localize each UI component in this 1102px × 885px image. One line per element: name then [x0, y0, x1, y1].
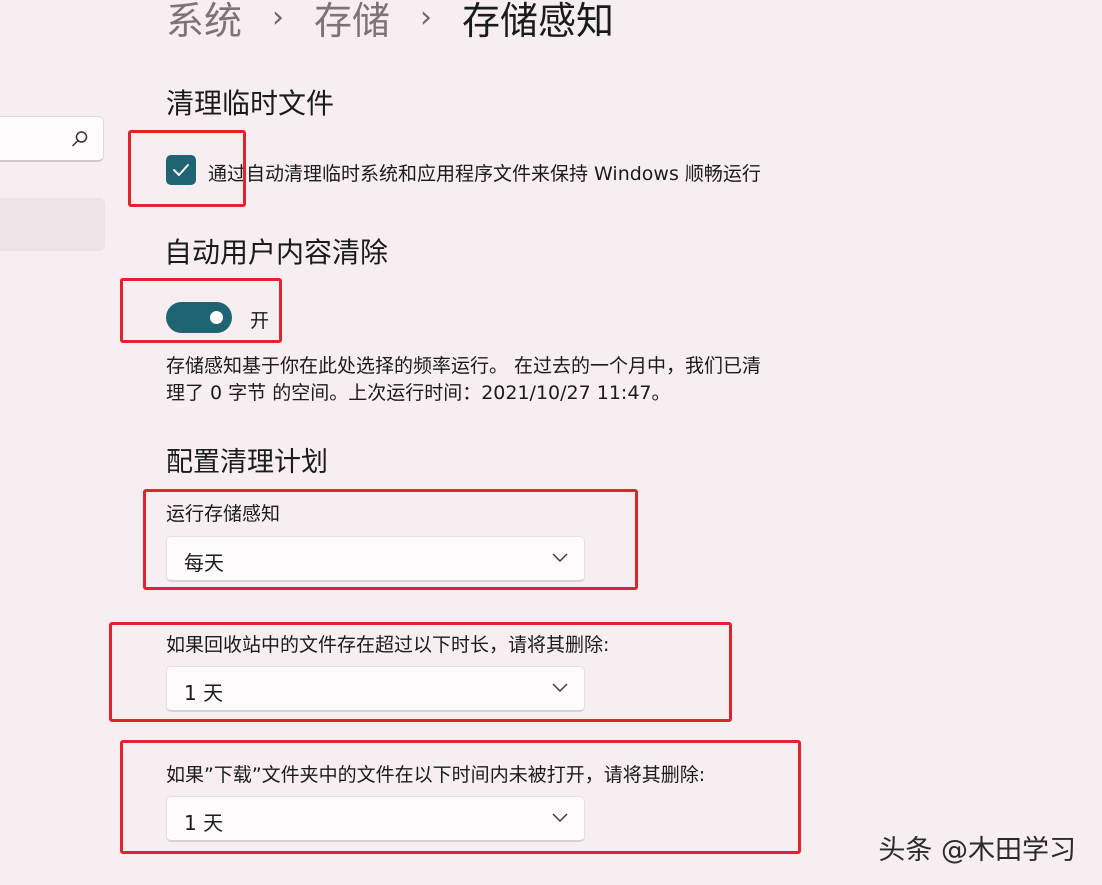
auto-cleanup-title: 自动用户内容清除 — [164, 236, 389, 269]
page-title: 存储感知 — [462, 0, 615, 43]
temp-files-title: 清理临时文件 — [166, 87, 335, 120]
breadcrumb-system[interactable]: 系统 — [166, 0, 242, 45]
annotation-box-checkbox — [128, 130, 246, 207]
temp-files-checkbox-label: 通过自动清理临时系统和应用程序文件来保持 Windows 顺畅运行 — [208, 163, 761, 185]
annotation-box-downloads — [120, 740, 801, 854]
storage-sense-page: 系统 › 存储 › 存储感知 清理临时文件 通过自动清理临时系统和应用程序文件来… — [0, 0, 1102, 885]
annotation-box-run-frequency — [143, 489, 638, 590]
annotation-box-recycle-bin — [109, 622, 732, 722]
storage-sense-description: 存储感知基于你在此处选择的频率运行。 在过去的一个月中，我们已清 — [166, 355, 762, 377]
breadcrumb: 系统 › 存储 › 存储感知 — [166, 0, 614, 46]
settings-search-input[interactable] — [0, 116, 104, 162]
breadcrumb-separator: › — [272, 0, 285, 35]
schedule-title: 配置清理计划 — [166, 447, 328, 478]
watermark: 头条 @木田学习 — [878, 835, 1076, 866]
sidebar-item-selected[interactable] — [0, 198, 105, 251]
storage-sense-description-line2: 理了 0 字节 的空间。上次运行时间：2021/10/27 11:47。 — [166, 382, 671, 404]
breadcrumb-separator: › — [420, 0, 433, 35]
annotation-box-toggle — [120, 278, 282, 343]
breadcrumb-storage[interactable]: 存储 — [314, 0, 390, 45]
search-icon — [71, 130, 89, 148]
